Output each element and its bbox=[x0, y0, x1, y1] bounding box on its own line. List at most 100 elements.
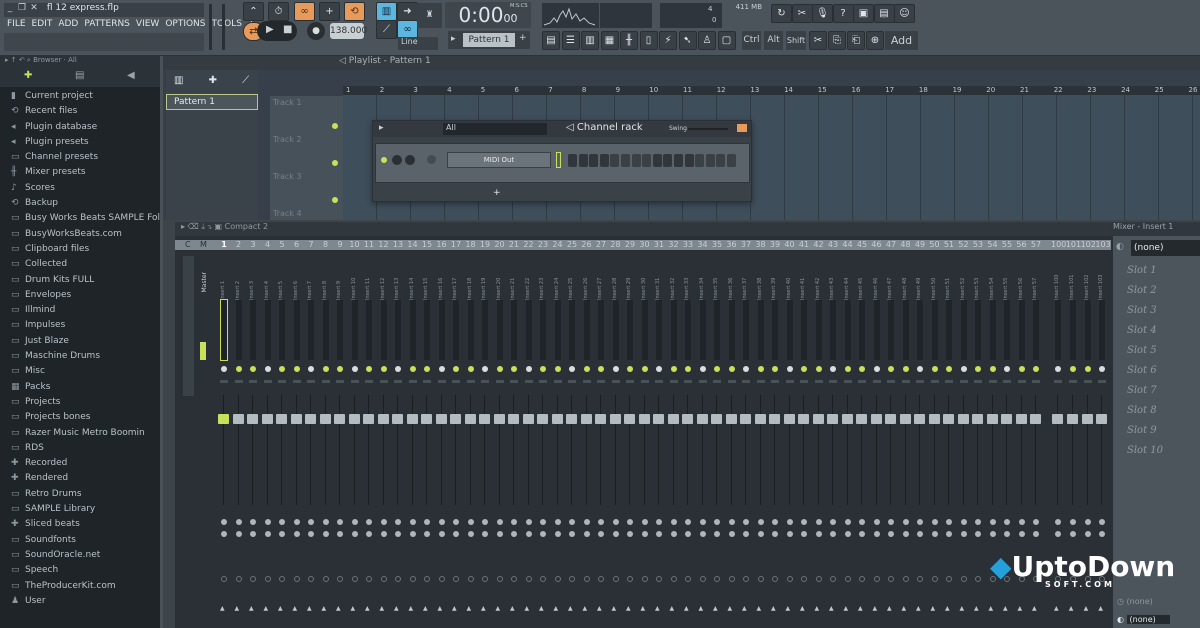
fx-slot[interactable]: Slot 6 bbox=[1113, 361, 1200, 381]
send-switch[interactable] bbox=[801, 576, 807, 582]
route-knob[interactable] bbox=[772, 519, 778, 525]
step-button[interactable] bbox=[685, 154, 694, 167]
pan-knob[interactable] bbox=[583, 380, 591, 383]
record-button[interactable]: ● bbox=[307, 22, 325, 40]
route-knob[interactable] bbox=[772, 531, 778, 537]
route-knob[interactable] bbox=[671, 519, 677, 525]
pan-knob[interactable] bbox=[438, 380, 446, 383]
route-knob[interactable] bbox=[366, 519, 372, 525]
mute-led[interactable] bbox=[671, 366, 677, 372]
step-button[interactable] bbox=[579, 154, 588, 167]
browser-item[interactable]: ▭Illmind bbox=[0, 303, 160, 318]
mute-led[interactable] bbox=[453, 366, 459, 372]
route-knob[interactable] bbox=[511, 531, 517, 537]
route-knob[interactable] bbox=[627, 519, 633, 525]
volume-fader[interactable] bbox=[610, 414, 621, 424]
track-mute-led[interactable] bbox=[332, 123, 338, 129]
send-switch[interactable] bbox=[584, 576, 590, 582]
send-switch[interactable] bbox=[221, 576, 227, 582]
route-arrow-icon[interactable]: ▲ bbox=[902, 605, 907, 612]
route-knob[interactable] bbox=[526, 519, 532, 525]
send-switch[interactable] bbox=[308, 576, 314, 582]
step-mode-button[interactable]: ➜ bbox=[397, 2, 418, 21]
mixer-strip[interactable]: Insert 21▲ bbox=[507, 250, 520, 628]
volume-fader[interactable] bbox=[595, 414, 606, 424]
insert-number[interactable]: 55 bbox=[1000, 240, 1014, 249]
insert-number[interactable]: 13 bbox=[391, 240, 405, 249]
route-knob[interactable] bbox=[917, 531, 923, 537]
pan-knob[interactable] bbox=[945, 380, 953, 383]
send-switch[interactable] bbox=[743, 576, 749, 582]
insert-number[interactable]: 44 bbox=[841, 240, 855, 249]
mixer-strip[interactable]: Insert 1▲ bbox=[217, 250, 230, 628]
volume-fader[interactable] bbox=[668, 414, 679, 424]
pan-knob[interactable] bbox=[844, 380, 852, 383]
picker-tabs[interactable]: ▥ ✚ ⟋ bbox=[166, 70, 258, 92]
route-arrow-icon[interactable]: ▲ bbox=[380, 605, 385, 612]
step-button[interactable] bbox=[642, 154, 651, 167]
route-knob[interactable] bbox=[337, 519, 343, 525]
channel-select-indicator[interactable] bbox=[556, 152, 561, 168]
route-knob[interactable] bbox=[410, 531, 416, 537]
mixer-strip[interactable]: Insert 7▲ bbox=[304, 250, 317, 628]
piano-roll-window-icon[interactable]: ▥ bbox=[581, 31, 599, 50]
insert-number[interactable]: 53 bbox=[971, 240, 985, 249]
mute-led[interactable] bbox=[1004, 366, 1010, 372]
route-knob[interactable] bbox=[700, 531, 706, 537]
route-knob[interactable] bbox=[830, 519, 836, 525]
route-arrow-icon[interactable]: ▲ bbox=[249, 605, 254, 612]
metronome-button[interactable]: ⌃ bbox=[243, 2, 264, 21]
route-arrow-icon[interactable]: ▲ bbox=[423, 605, 428, 612]
minimize-button[interactable]: _ bbox=[4, 3, 16, 13]
insert-number[interactable]: 36 bbox=[725, 240, 739, 249]
route-knob[interactable] bbox=[642, 531, 648, 537]
step-button[interactable] bbox=[653, 154, 662, 167]
mixer-strip[interactable]: Insert 46▲ bbox=[870, 250, 883, 628]
mixer-strip[interactable]: Insert 42▲ bbox=[812, 250, 825, 628]
browser-item[interactable]: ✚Sliced beats bbox=[0, 517, 160, 532]
route-arrow-icon[interactable]: ▲ bbox=[351, 605, 356, 612]
save-new-icon[interactable]: ▤ bbox=[874, 4, 895, 23]
route-knob[interactable] bbox=[424, 519, 430, 525]
route-knob[interactable] bbox=[830, 531, 836, 537]
insert-number[interactable]: 30 bbox=[638, 240, 652, 249]
mute-led[interactable] bbox=[1099, 366, 1105, 372]
volume-fader[interactable] bbox=[465, 414, 476, 424]
route-knob[interactable] bbox=[584, 531, 590, 537]
route-knob[interactable] bbox=[787, 531, 793, 537]
pan-knob[interactable] bbox=[467, 380, 475, 383]
mixer-strip[interactable]: Insert 25▲ bbox=[565, 250, 578, 628]
route-arrow-icon[interactable]: ▲ bbox=[336, 605, 341, 612]
mute-led[interactable] bbox=[685, 366, 691, 372]
browser-all-tab[interactable]: ✚ bbox=[24, 70, 32, 81]
volume-fader[interactable] bbox=[871, 414, 882, 424]
volume-fader[interactable] bbox=[552, 414, 563, 424]
pan-knob[interactable] bbox=[670, 380, 678, 383]
mute-led[interactable] bbox=[1033, 366, 1039, 372]
track-label[interactable]: Track 3 bbox=[273, 172, 302, 181]
volume-fader[interactable] bbox=[1030, 414, 1041, 424]
route-arrow-icon[interactable]: ▲ bbox=[1054, 605, 1059, 612]
route-knob[interactable] bbox=[569, 519, 575, 525]
insert-number[interactable]: 23 bbox=[536, 240, 550, 249]
mic-icon[interactable]: 🎙 bbox=[812, 4, 833, 23]
route-arrow-icon[interactable]: ▲ bbox=[670, 605, 675, 612]
mute-led[interactable] bbox=[395, 366, 401, 372]
channel-mute-led[interactable] bbox=[381, 157, 387, 163]
send-switch[interactable] bbox=[613, 576, 619, 582]
mixer-strip[interactable]: Insert 31▲ bbox=[652, 250, 665, 628]
route-knob[interactable] bbox=[656, 519, 662, 525]
send-switch[interactable] bbox=[511, 576, 517, 582]
mute-led[interactable] bbox=[424, 366, 430, 372]
insert-number[interactable]: 19 bbox=[478, 240, 492, 249]
playlist-window-icon[interactable]: ▤ bbox=[542, 31, 560, 50]
step-button[interactable] bbox=[621, 154, 630, 167]
restore-button[interactable]: ❐ bbox=[16, 3, 28, 13]
route-arrow-icon[interactable]: ▲ bbox=[1018, 605, 1023, 612]
browser-item[interactable]: ⟲Backup bbox=[0, 196, 160, 211]
send-switch[interactable] bbox=[642, 576, 648, 582]
pattern-selector[interactable]: ▸ Pattern 1 + bbox=[448, 31, 530, 49]
route-knob[interactable] bbox=[903, 531, 909, 537]
add-button[interactable]: Add bbox=[885, 31, 918, 50]
route-arrow-icon[interactable]: ▲ bbox=[873, 605, 878, 612]
